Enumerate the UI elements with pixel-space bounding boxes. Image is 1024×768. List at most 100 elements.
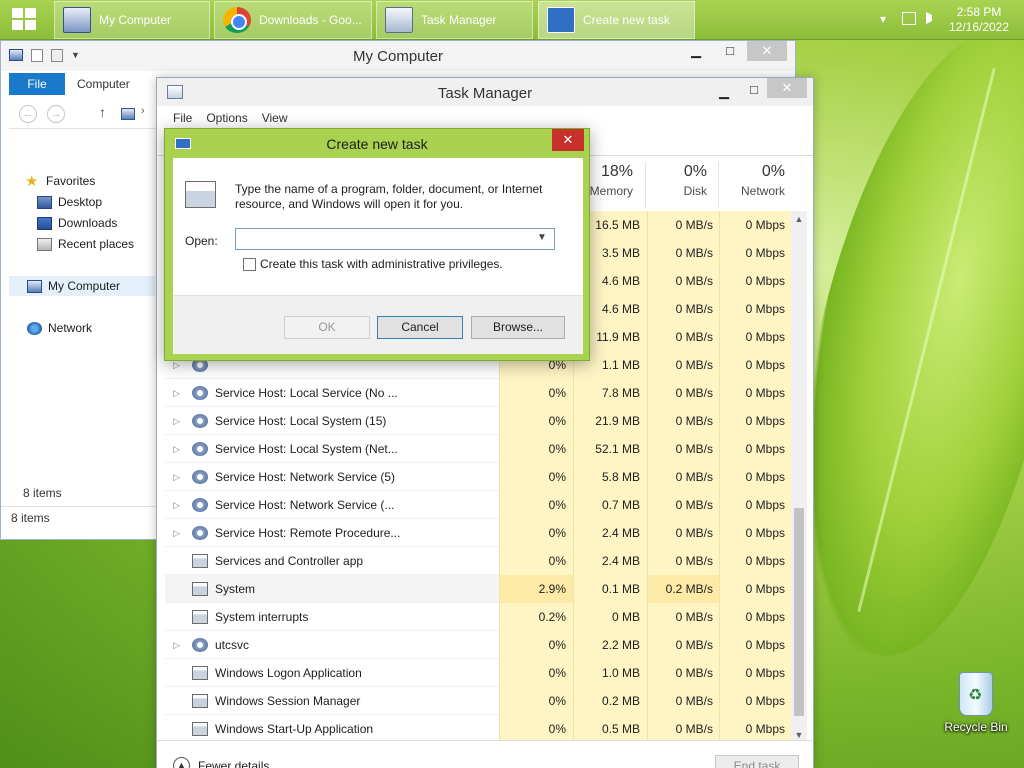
process-row[interactable]: Windows Logon Application 0% 1.0 MB 0 MB/s 0… [165, 659, 791, 687]
disk-value: 0 MB/s [647, 631, 719, 659]
process-row[interactable]: ▷ Service Host: Local System (15) 0% 21.9 M… [165, 407, 791, 435]
window-title: My Computer [352, 48, 444, 65]
network-icon[interactable] [902, 12, 916, 25]
nav-item-label: Favorites [46, 174, 96, 188]
process-name: System [215, 582, 256, 596]
disk-value: 0 MB/s [647, 715, 719, 743]
process-row[interactable]: ▷ Service Host: Network Service (... 0% 0.7… [165, 491, 791, 519]
navigation-bar: ← → ↑ › [9, 99, 159, 129]
process-row[interactable]: System interrupts 0.2% 0 MB 0 MB/s 0 Mbps [165, 603, 791, 631]
disk-percent: 0% [683, 163, 707, 180]
chrome-icon [223, 7, 251, 33]
admin-privileges-checkbox[interactable]: Create this task with administrative pri… [243, 257, 503, 271]
clock[interactable]: 2:58 PM 12/16/2022 [946, 5, 1012, 35]
scroll-thumb[interactable] [794, 508, 804, 716]
disk-value: 0.2 MB/s [647, 575, 719, 603]
recent-places-icon [37, 237, 52, 251]
show-hidden-icons-chevron-icon[interactable]: ▾ [880, 12, 886, 26]
application-icon [192, 666, 208, 680]
ok-button[interactable]: OK [284, 316, 370, 339]
recycle-bin-desktop-icon[interactable]: Recycle Bin [944, 672, 1008, 734]
cancel-button[interactable]: Cancel [377, 316, 463, 339]
column-header-disk[interactable]: 0% Disk [639, 163, 713, 198]
close-button[interactable]: ✕ [747, 41, 787, 61]
open-input[interactable] [235, 228, 555, 250]
process-row[interactable]: ▷ Service Host: Network Service (5) 0% 5.8 … [165, 463, 791, 491]
expand-arrow-icon[interactable]: ▷ [173, 435, 183, 463]
network-value: 0 Mbps [719, 491, 791, 519]
checkbox-box[interactable] [243, 257, 256, 271]
back-button[interactable]: ← [19, 105, 37, 123]
create-new-task-dialog: Create new task ✕ Type the name of a pro… [164, 128, 590, 361]
vertical-scrollbar[interactable]: ▲ ▼ [791, 211, 807, 743]
run-dialog-icon [547, 7, 575, 33]
memory-value: 2.4 MB [573, 547, 647, 575]
nav-item-favorites[interactable]: ★ Favorites [25, 174, 96, 189]
process-name: Services and Controller app [215, 554, 364, 568]
network-value: 0 Mbps [719, 575, 791, 603]
nav-item-recent-places[interactable]: Recent places [37, 237, 134, 251]
process-row[interactable]: ▷ utcsvc 0% 2.2 MB 0 MB/s 0 Mbps [165, 631, 791, 659]
fewer-details-button[interactable]: ▲ Fewer details [173, 757, 269, 768]
taskbar-item-my-computer[interactable]: My Computer [54, 1, 210, 39]
volume-icon[interactable] [926, 12, 938, 24]
end-task-button[interactable]: End task [715, 755, 799, 768]
memory-value: 7.8 MB [573, 379, 647, 407]
scroll-up-arrow-icon[interactable]: ▲ [791, 211, 807, 227]
expand-arrow-icon[interactable]: ▷ [173, 631, 183, 659]
expand-arrow-icon[interactable]: ▷ [173, 491, 183, 519]
nav-item-my-computer[interactable]: My Computer [9, 276, 155, 296]
disk-value: 0 MB/s [647, 267, 719, 295]
maximize-button[interactable]: □ [717, 41, 743, 61]
computer-icon [63, 7, 91, 33]
expand-arrow-icon[interactable]: ▷ [173, 519, 183, 547]
desktop-icon [37, 195, 52, 209]
cpu-value: 0% [499, 631, 573, 659]
start-button[interactable] [0, 0, 50, 40]
task-manager-titlebar[interactable]: Task Manager ▁ □ ✕ [157, 78, 813, 106]
menu-view[interactable]: View [262, 111, 288, 125]
service-gear-icon [192, 414, 208, 428]
process-row[interactable]: System 2.9% 0.1 MB 0.2 MB/s 0 Mbps [165, 575, 791, 603]
nav-item-desktop[interactable]: Desktop [37, 195, 102, 209]
process-row[interactable]: Windows Start-Up Application 0% 0.5 MB 0 MB… [165, 715, 791, 743]
taskbar: My Computer Downloads - Goo... Task Mana… [0, 0, 1024, 40]
taskbar-item-chrome[interactable]: Downloads - Goo... [214, 1, 372, 39]
tab-file[interactable]: File [9, 73, 65, 95]
forward-button[interactable]: → [47, 105, 65, 123]
expand-arrow-icon[interactable]: ▷ [173, 463, 183, 491]
minimize-button[interactable]: ▁ [683, 41, 709, 61]
up-button[interactable]: ↑ [99, 104, 106, 120]
browse-button[interactable]: Browse... [471, 316, 565, 339]
my-computer-titlebar[interactable]: ▼ My Computer ▁ □ ✕ [1, 41, 795, 71]
process-name: Service Host: Network Service (... [215, 498, 395, 512]
process-row[interactable]: ▷ Service Host: Local Service (No ... 0% 7.… [165, 379, 791, 407]
process-row[interactable]: Services and Controller app 0% 2.4 MB 0 MB/… [165, 547, 791, 575]
taskbar-item-task-manager[interactable]: Task Manager [376, 1, 533, 39]
process-name: Windows Session Manager [215, 694, 361, 708]
network-value: 0 Mbps [719, 463, 791, 491]
tab-computer[interactable]: Computer [77, 77, 130, 91]
open-dropdown-icon[interactable]: ▼ [537, 232, 547, 243]
nav-item-downloads[interactable]: Downloads [37, 216, 117, 230]
column-header-network[interactable]: 0% Network [713, 163, 787, 198]
nav-item-network[interactable]: Network [27, 321, 92, 335]
cpu-value: 0% [499, 519, 573, 547]
menu-file[interactable]: File [173, 111, 192, 125]
cpu-value: 2.9% [499, 575, 573, 603]
menu-options[interactable]: Options [206, 111, 247, 125]
process-row[interactable]: Windows Session Manager 0% 0.2 MB 0 MB/s 0 M… [165, 687, 791, 715]
expand-arrow-icon[interactable]: ▷ [173, 407, 183, 435]
disk-value: 0 MB/s [647, 687, 719, 715]
expand-arrow-icon[interactable]: ▷ [173, 379, 183, 407]
process-row[interactable]: ▷ Service Host: Remote Procedure... 0% 2.4 … [165, 519, 791, 547]
dialog-close-button[interactable]: ✕ [552, 129, 584, 151]
process-row[interactable]: ▷ Service Host: Local System (Net... 0% 52.… [165, 435, 791, 463]
address-chevron-icon[interactable]: › [141, 105, 145, 117]
process-name: Windows Start-Up Application [215, 722, 374, 736]
taskbar-item-create-new-task[interactable]: Create new task [538, 1, 695, 39]
close-button[interactable]: ✕ [767, 78, 807, 98]
maximize-button[interactable]: □ [741, 80, 767, 100]
minimize-button[interactable]: ▁ [711, 82, 737, 102]
application-icon [192, 722, 208, 736]
